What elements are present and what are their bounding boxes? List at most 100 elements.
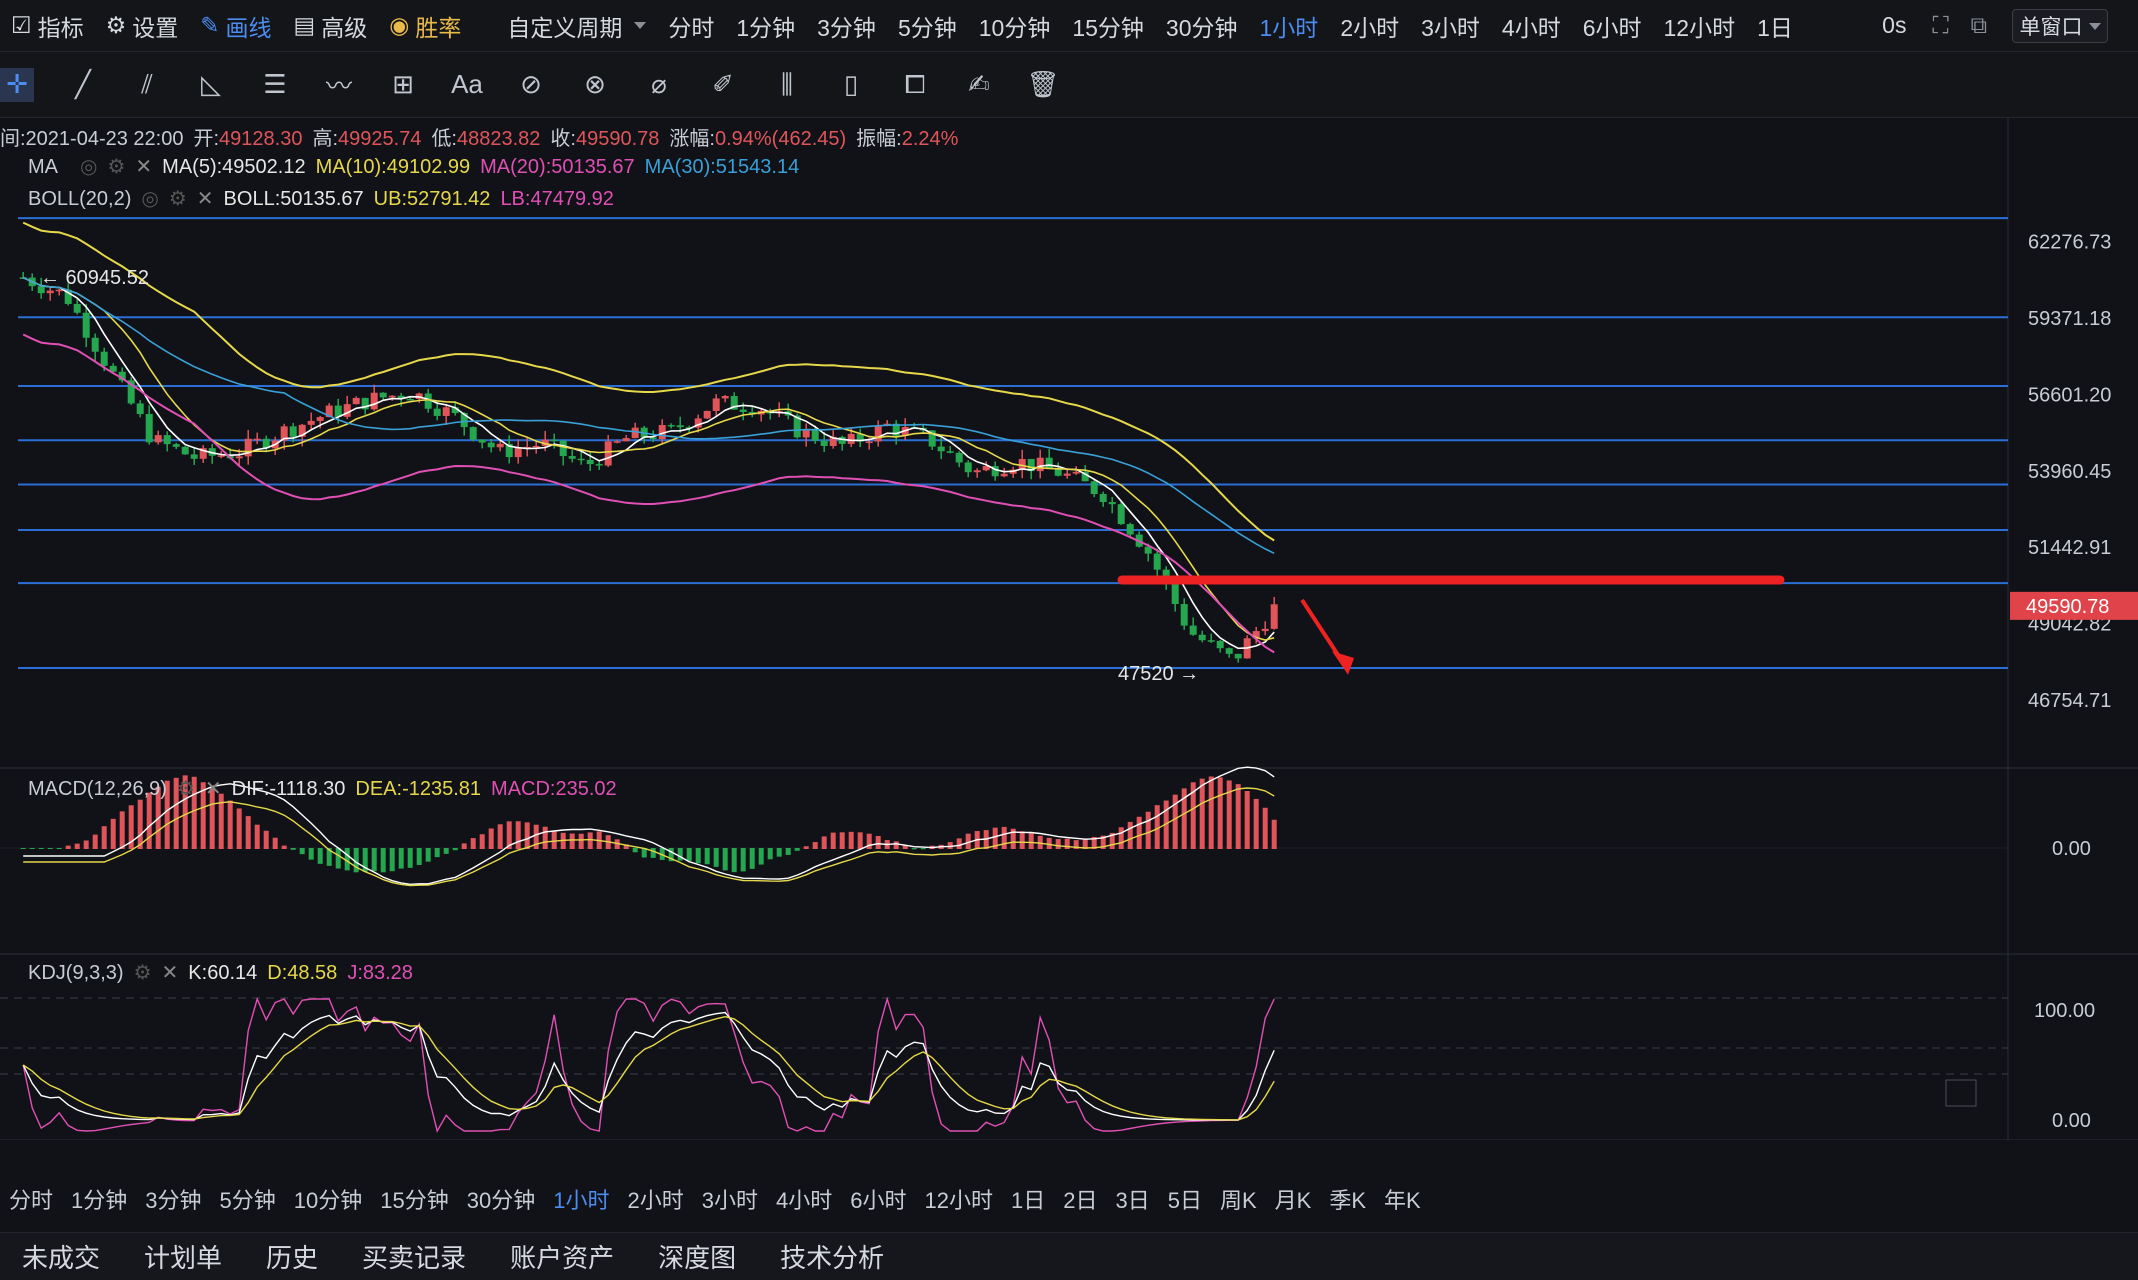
eye-icon[interactable]: ◎ bbox=[141, 188, 158, 210]
timeframe-15[interactable]: 3日 bbox=[1106, 1183, 1158, 1215]
timeframe-16[interactable]: 5日 bbox=[1159, 1183, 1211, 1215]
macd-bar bbox=[20, 848, 26, 849]
draw-line-button[interactable]: ✎ 画线 bbox=[189, 9, 282, 43]
expand-pane-icon[interactable] bbox=[1945, 1079, 1977, 1107]
period-13[interactable]: 1日 bbox=[1746, 9, 1804, 43]
period-11[interactable]: 6小时 bbox=[1572, 9, 1653, 43]
macd-bar bbox=[146, 792, 152, 849]
close-icon[interactable]: ✕ bbox=[135, 156, 152, 178]
lock-icon[interactable]: ▯ bbox=[836, 69, 866, 100]
wave-icon[interactable]: 〰 bbox=[324, 70, 354, 101]
bottom-tab-2[interactable]: 历史 bbox=[244, 1238, 340, 1275]
bottom-tab-1[interactable]: 计划单 bbox=[122, 1238, 244, 1275]
period-8[interactable]: 2小时 bbox=[1329, 9, 1410, 43]
text-tool-icon[interactable]: Aa bbox=[451, 69, 483, 100]
timeframe-1[interactable]: 1分钟 bbox=[62, 1183, 136, 1215]
timeframe-17[interactable]: 周K bbox=[1211, 1183, 1266, 1215]
angle-icon[interactable]: ◺ bbox=[196, 69, 226, 100]
horizontal-lines-icon[interactable]: ☰ bbox=[260, 69, 290, 100]
line-icon[interactable]: ╱ bbox=[68, 69, 98, 100]
candle-body bbox=[343, 404, 351, 417]
custom-period-dropdown[interactable]: 自定义周期 bbox=[496, 9, 657, 43]
timeframe-4[interactable]: 10分钟 bbox=[285, 1183, 371, 1215]
macd-value: MACD:235.02 bbox=[491, 778, 617, 800]
timeframe-19[interactable]: 季K bbox=[1320, 1183, 1375, 1215]
macd-bar bbox=[254, 824, 260, 849]
period-0[interactable]: 分时 bbox=[657, 9, 725, 43]
timeframe-14[interactable]: 2日 bbox=[1054, 1183, 1106, 1215]
timeframe-18[interactable]: 月K bbox=[1266, 1183, 1321, 1215]
candles-icon[interactable]: ⫼ bbox=[772, 69, 802, 100]
eye-icon[interactable]: ◎ bbox=[80, 156, 97, 178]
fib-icon[interactable]: ⊘ bbox=[516, 69, 546, 100]
period-3[interactable]: 5分钟 bbox=[887, 9, 968, 43]
chart-svg[interactable]: 62276.73 59371.18 56601.20 53960.45 51442.91… bbox=[0, 118, 2138, 1140]
popout-icon[interactable]: ⧉ bbox=[1960, 12, 1998, 39]
timeframe-9[interactable]: 3小时 bbox=[693, 1183, 767, 1215]
macd-bar bbox=[704, 848, 710, 865]
gear-icon[interactable]: ⚙ bbox=[169, 188, 187, 210]
chart-area[interactable]: 62276.73 59371.18 56601.20 53960.45 51442.91… bbox=[0, 118, 2138, 1140]
open-value: 49128.30 bbox=[219, 128, 303, 150]
indicator-button[interactable]: ☑ 指标 bbox=[0, 9, 95, 43]
macd-bar bbox=[308, 848, 314, 860]
timeframe-12[interactable]: 12小时 bbox=[915, 1183, 1001, 1215]
parallel-lines-icon[interactable]: ⫽ bbox=[132, 69, 162, 100]
crosshair-icon[interactable]: ✛ bbox=[0, 67, 34, 102]
period-9[interactable]: 3小时 bbox=[1410, 9, 1491, 43]
bottom-tab-6[interactable]: 技术分析 bbox=[758, 1238, 906, 1275]
timeframe-13[interactable]: 1日 bbox=[1002, 1183, 1054, 1215]
timeframe-3[interactable]: 5分钟 bbox=[211, 1183, 285, 1215]
pattern-icon[interactable]: ⊗ bbox=[580, 69, 610, 100]
period-7[interactable]: 1小时 bbox=[1249, 9, 1330, 43]
bottom-tab-5[interactable]: 深度图 bbox=[636, 1238, 758, 1275]
measure-icon[interactable]: ⊞ bbox=[388, 69, 418, 100]
brush-icon[interactable]: ✐ bbox=[708, 69, 738, 100]
bottom-tab-4[interactable]: 账户资产 bbox=[488, 1238, 636, 1275]
timeframe-11[interactable]: 6小时 bbox=[841, 1183, 915, 1215]
gear-icon[interactable]: ⚙ bbox=[134, 962, 152, 984]
annotation-arrow-head bbox=[1332, 651, 1354, 675]
period-12[interactable]: 12小时 bbox=[1653, 9, 1747, 43]
period-list: 分时 1分钟 3分钟 5分钟 10分钟 15分钟 30分钟 1小时 2小时 3小时 4小时 6小时 12… bbox=[657, 9, 1804, 43]
timeframe-0[interactable]: 分时 bbox=[0, 1183, 62, 1215]
kdj-tick-100: 100.00 bbox=[2034, 1000, 2095, 1022]
close-icon[interactable]: ✕ bbox=[162, 962, 179, 984]
close-icon[interactable]: ✕ bbox=[197, 188, 214, 210]
macd-bar bbox=[56, 848, 62, 849]
edit-icon[interactable]: ✍ bbox=[964, 69, 994, 100]
period-2[interactable]: 3分钟 bbox=[806, 9, 887, 43]
fullscreen-icon[interactable]: ⛶ bbox=[1921, 12, 1959, 39]
timeframe-10[interactable]: 4小时 bbox=[767, 1183, 841, 1215]
timeframe-5[interactable]: 15分钟 bbox=[371, 1183, 457, 1215]
period-4[interactable]: 10分钟 bbox=[968, 9, 1062, 43]
macd-bar bbox=[1235, 784, 1241, 849]
gear-icon[interactable]: ⚙ bbox=[177, 778, 195, 800]
candle-body bbox=[46, 290, 54, 294]
trash-icon[interactable]: 🗑 bbox=[1027, 69, 1060, 100]
timeframe-20[interactable]: 年K bbox=[1375, 1183, 1430, 1215]
period-1[interactable]: 1分钟 bbox=[725, 9, 806, 43]
gear-icon[interactable]: ⚙ bbox=[107, 156, 125, 178]
macd-bar bbox=[722, 848, 728, 871]
copy-icon[interactable]: ⧠ bbox=[900, 69, 930, 100]
win-rate-button[interactable]: ◉ 胜率 bbox=[378, 9, 472, 43]
bottom-tab-3[interactable]: 买卖记录 bbox=[340, 1238, 488, 1275]
ma10-value: MA(10):49102.99 bbox=[315, 156, 471, 178]
macd-bar bbox=[749, 848, 755, 869]
timeframe-8[interactable]: 2小时 bbox=[618, 1183, 692, 1215]
period-10[interactable]: 4小时 bbox=[1491, 9, 1572, 43]
timeframe-7[interactable]: 1小时 bbox=[544, 1183, 618, 1215]
bottom-tab-0[interactable]: 未成交 bbox=[0, 1238, 122, 1275]
macd-bar bbox=[371, 848, 377, 872]
advanced-button[interactable]: ▤ 高级 bbox=[283, 9, 379, 43]
timeframe-6[interactable]: 30分钟 bbox=[458, 1183, 544, 1215]
ruler-icon[interactable]: ⌀ bbox=[644, 69, 674, 100]
timeframe-2[interactable]: 3分钟 bbox=[136, 1183, 210, 1215]
period-5[interactable]: 15分钟 bbox=[1061, 9, 1155, 43]
period-6[interactable]: 30分钟 bbox=[1155, 9, 1249, 43]
settings-button[interactable]: ⚙ 设置 bbox=[95, 9, 190, 43]
close-icon[interactable]: ✕ bbox=[205, 778, 222, 800]
window-mode-dropdown[interactable]: 单窗口 bbox=[2012, 9, 2108, 43]
candle-body bbox=[136, 403, 144, 415]
